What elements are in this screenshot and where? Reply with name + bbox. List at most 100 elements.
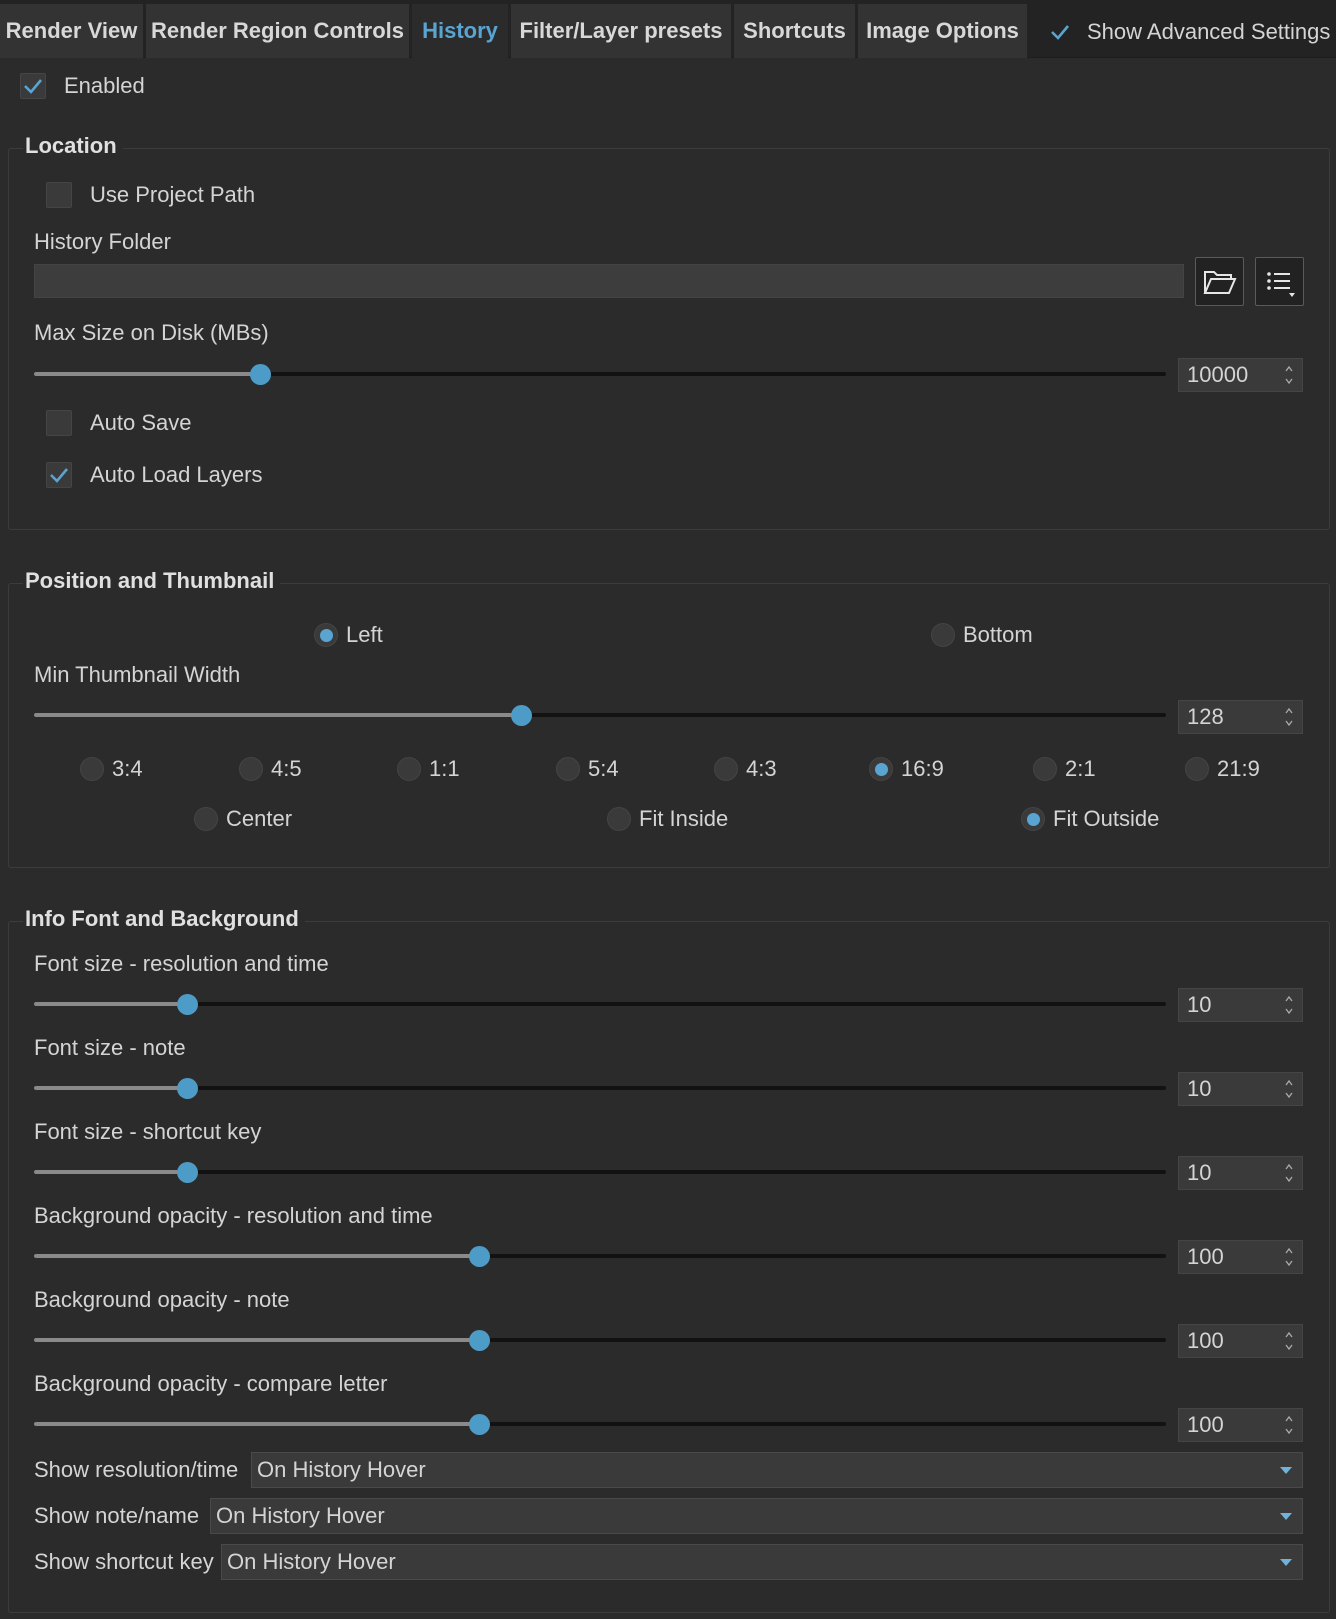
use-project-path-label: Use Project Path [90,182,256,207]
fit-inside-option[interactable]: Fit Inside [607,806,728,832]
spin-arrows-icon[interactable] [1284,1077,1294,1101]
slider-fill [34,1002,187,1006]
dropdown-value: On History Hover [216,1503,385,1528]
bg-opacity-resolution-time-slider[interactable] [34,1244,1166,1268]
show-shortcut-key-dropdown[interactable]: On History Hover [221,1544,1303,1580]
font-size-resolution-time-spinbox[interactable]: 10 [1178,988,1303,1022]
spin-arrows-icon[interactable] [1284,1161,1294,1185]
aspect-radio[interactable] [397,757,421,781]
bg-opacity-compare-letter-slider[interactable] [34,1412,1166,1436]
aspect-radio[interactable] [1033,757,1057,781]
aspect-3-4-option[interactable]: 3:4 [80,756,143,782]
aspect-radio[interactable] [80,757,104,781]
fit-center-option[interactable]: Center [194,806,292,832]
max-size-slider[interactable] [34,362,1166,386]
min-thumbnail-width-spinbox[interactable]: 128 [1178,700,1303,734]
location-title: Location [23,133,123,159]
use-project-path-checkbox[interactable] [46,182,72,208]
bg-opacity-compare-letter-spinbox[interactable]: 100 [1178,1408,1303,1442]
slider-thumb[interactable] [250,364,272,385]
aspect-1-1-option[interactable]: 1:1 [397,756,460,782]
tab-render-view[interactable]: Render View [0,4,143,58]
auto-save-checkbox[interactable] [46,410,72,436]
aspect-label: 5:4 [588,756,619,781]
slider-fill [34,1254,479,1258]
use-project-path-toggle[interactable]: Use Project Path [46,182,255,208]
aspect-21-9-option[interactable]: 21:9 [1185,756,1260,782]
aspect-radio[interactable] [869,757,893,781]
browse-folder-button[interactable] [1195,257,1244,306]
spin-arrows-icon[interactable] [1284,993,1294,1017]
aspect-radio[interactable] [239,757,263,781]
fit-outside-option[interactable]: Fit Outside [1021,806,1159,832]
history-folder-input[interactable] [34,264,1184,298]
tab-image-options[interactable]: Image Options [858,4,1027,58]
placement-left-option[interactable]: Left [314,622,383,648]
slider-fill [34,1086,187,1090]
tab-render-region-controls[interactable]: Render Region Controls [146,4,409,58]
aspect-5-4-option[interactable]: 5:4 [556,756,619,782]
enabled-toggle[interactable]: Enabled [20,73,145,99]
font-size-shortcut-key-spinbox[interactable]: 10 [1178,1156,1303,1190]
fit-radio[interactable] [1021,807,1045,831]
show-note-name-dropdown[interactable]: On History Hover [210,1498,1303,1534]
bg-opacity-note-slider[interactable] [34,1328,1166,1352]
checkmark-icon [50,468,68,483]
spin-arrows-icon[interactable] [1284,1329,1294,1353]
placement-bottom-radio[interactable] [931,623,955,647]
auto-load-layers-toggle[interactable]: Auto Load Layers [46,462,262,488]
show-advanced-settings-toggle[interactable]: Show Advanced Settings [1047,12,1330,52]
show-advanced-checkbox[interactable] [1047,19,1073,45]
spin-arrows-icon[interactable] [1284,1245,1294,1269]
aspect-4-5-option[interactable]: 4:5 [239,756,302,782]
aspect-2-1-option[interactable]: 2:1 [1033,756,1096,782]
slider-thumb[interactable] [468,1246,490,1267]
aspect-radio[interactable] [1185,757,1209,781]
fit-radio[interactable] [194,807,218,831]
spin-value: 10 [1187,1160,1212,1185]
slider-thumb[interactable] [176,1078,198,1099]
max-size-value: 10000 [1187,362,1249,387]
spin-value: 10 [1187,1076,1212,1101]
font-size-shortcut-key-slider[interactable] [34,1160,1166,1184]
tab-history[interactable]: History [412,4,508,58]
fit-label: Fit Inside [639,806,729,831]
slider-thumb[interactable] [510,705,532,726]
auto-save-toggle[interactable]: Auto Save [46,410,192,436]
aspect-label: 1:1 [429,756,460,781]
folder-open-icon [1202,270,1237,294]
slider-thumb[interactable] [468,1414,490,1435]
tab-bar: Render View Render Region Controls Histo… [0,0,1336,58]
placement-left-radio[interactable] [314,623,338,647]
spin-arrows-icon[interactable] [1284,1413,1294,1437]
bg-opacity-resolution-time-spinbox[interactable]: 100 [1178,1240,1303,1274]
fit-radio[interactable] [607,807,631,831]
folder-menu-button[interactable] [1255,257,1304,306]
aspect-radio[interactable] [714,757,738,781]
spin-arrows-icon[interactable] [1284,705,1294,729]
fit-label: Fit Outside [1053,806,1160,831]
slider-thumb[interactable] [468,1330,490,1351]
font-size-note-spinbox[interactable]: 10 [1178,1072,1303,1106]
max-size-spinbox[interactable]: 10000 [1178,358,1303,392]
aspect-16-9-option[interactable]: 16:9 [869,756,944,782]
show-resolution-time-dropdown[interactable]: On History Hover [251,1452,1303,1488]
tab-shortcuts[interactable]: Shortcuts [734,4,855,58]
bg-opacity-note-spinbox[interactable]: 100 [1178,1324,1303,1358]
placement-bottom-option[interactable]: Bottom [931,622,1033,648]
font-size-note-slider[interactable] [34,1076,1166,1100]
font-size-resolution-time-slider[interactable] [34,992,1166,1016]
slider-thumb[interactable] [176,994,198,1015]
info-font-background-title: Info Font and Background [23,906,305,932]
aspect-radio[interactable] [556,757,580,781]
slider-track [34,1170,1166,1174]
aspect-4-3-option[interactable]: 4:3 [714,756,777,782]
slider-fill [34,1422,479,1426]
enabled-checkbox[interactable] [20,73,46,99]
spin-arrows-icon[interactable] [1284,363,1294,387]
min-thumbnail-width-slider[interactable] [34,703,1166,727]
bg-opacity-compare-letter-label: Background opacity - compare letter [34,1371,388,1396]
slider-thumb[interactable] [176,1162,198,1183]
tab-filter-layer-presets[interactable]: Filter/Layer presets [511,4,731,58]
auto-load-layers-checkbox[interactable] [46,462,72,488]
